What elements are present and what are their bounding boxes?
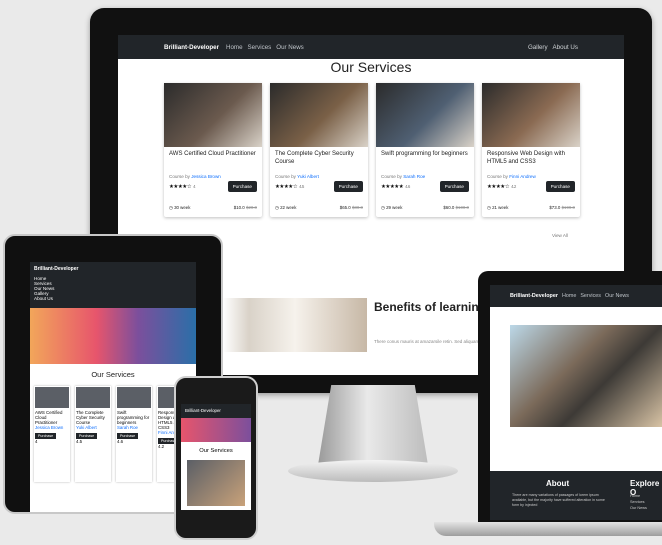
tablet-course-title[interactable]: AWS Certified Cloud Practitioner [35, 410, 69, 425]
tablet-course-author: Jessica Brown [35, 425, 64, 430]
course-author: Course by Finni Andrew [487, 174, 536, 179]
tablet-course-cards: AWS Certified Cloud Practitioner Jessica… [34, 386, 193, 482]
desktop-navbar: Brilliant-Developer Home Services Our Ne… [118, 35, 624, 59]
laptop-footer: About Explore O There are many variation… [490, 471, 662, 520]
phone-card-image [187, 460, 245, 506]
view-all-link[interactable]: View All [552, 233, 568, 238]
course-title[interactable]: Responsive Web Design with HTML5 and CSS… [482, 147, 580, 174]
tablet-screen: Brilliant-Developer Home Services Our Ne… [30, 262, 196, 512]
purchase-button[interactable]: Purchase [439, 181, 469, 192]
laptop-nav-news[interactable]: Our News [605, 293, 629, 299]
phone-hero-image [181, 418, 251, 442]
tablet-navbar: Brilliant-Developer Home Services Our Ne… [30, 262, 196, 308]
clock-icon: ◷ 21 week [487, 205, 509, 210]
course-price: $10.0 $20.0 [233, 205, 257, 210]
section-title: Our Services [330, 59, 412, 75]
course-card[interactable]: The Complete Cyber Security Course Cours… [270, 83, 368, 217]
phone-brand[interactable]: Brilliant-Developer [185, 408, 221, 413]
tablet-course-card[interactable]: Swift programming for beginners Sarah Ro… [116, 386, 152, 482]
course-author: Course by Yuki Albert [275, 174, 319, 179]
course-footer: ◷ 22 week $65.0 $80.0 [275, 205, 363, 211]
clock-icon: ◷ 30 week [169, 205, 191, 210]
nav-about-us[interactable]: About Us [553, 44, 578, 51]
course-footer: ◷ 21 week $73.0 $199.0 [487, 205, 575, 211]
laptop-nav-home[interactable]: Home [562, 293, 576, 299]
course-title[interactable]: AWS Certified Cloud Practitioner [164, 147, 262, 174]
course-image [376, 83, 474, 147]
phone-navbar: Brilliant-Developer [181, 404, 251, 418]
phone-section-title: Our Services [199, 448, 233, 454]
tablet-course-image [76, 387, 110, 408]
tablet-course-rating: 4.6 [117, 439, 124, 444]
purchase-button[interactable]: Purchase [227, 181, 257, 192]
course-image [482, 83, 580, 147]
tablet-course-title[interactable]: Swift programming for beginners [117, 410, 151, 425]
phone-screen: Brilliant-Developer Our Services [181, 404, 251, 510]
course-rating: ★★★★☆ 4.2 [487, 184, 516, 190]
monitor-stand [318, 385, 428, 465]
course-title[interactable]: The Complete Cyber Security Course [270, 147, 368, 174]
tablet-course-card[interactable]: AWS Certified Cloud Practitioner Jessica… [34, 386, 70, 482]
course-rating: ★★★★☆ 4.5 [275, 184, 304, 190]
course-author: Course by Jessica Brown [169, 174, 221, 179]
benefits-image [223, 298, 367, 352]
footer-about-title: About [546, 479, 570, 488]
tablet-course-rating: 4.5 [76, 439, 83, 444]
tablet-brand[interactable]: Brilliant-Developer [34, 266, 192, 272]
laptop-brand[interactable]: Brilliant-Developer [510, 293, 558, 299]
course-price: $60.0 $100.0 [443, 205, 469, 210]
clock-icon: ◷ 22 week [275, 205, 297, 210]
course-title[interactable]: Swift programming for beginners [376, 147, 474, 174]
course-price: $65.0 $80.0 [339, 205, 363, 210]
nav-home[interactable]: Home [226, 44, 243, 51]
tablet-purchase-button[interactable]: Purchase [35, 433, 57, 439]
purchase-button[interactable]: Purchase [333, 181, 363, 192]
course-image [270, 83, 368, 147]
tablet-course-author: Yuki Albert [76, 425, 97, 430]
footer-about-text: There are many variations of passages of… [512, 493, 605, 508]
course-footer: ◷ 30 week $10.0 $20.0 [169, 205, 257, 211]
tablet-hero-image [30, 308, 196, 364]
laptop-navbar: Brilliant-Developer Home Services Our Ne… [490, 285, 662, 307]
nav-our-news[interactable]: Our News [276, 44, 304, 51]
course-author: Course by Sarah Roe [381, 174, 426, 179]
purchase-button[interactable]: Purchase [545, 181, 575, 192]
course-card[interactable]: AWS Certified Cloud Practitioner Course … [164, 83, 262, 217]
monitor-stand-base [288, 460, 458, 482]
tablet-menu-about[interactable]: About Us [34, 296, 192, 301]
course-card[interactable]: Responsive Web Design with HTML5 and CSS… [482, 83, 580, 217]
laptop-team-photo [510, 325, 662, 427]
laptop-nav-services[interactable]: Services [580, 293, 601, 299]
course-price: $73.0 $199.0 [549, 205, 575, 210]
tablet-course-image [117, 387, 151, 408]
course-card[interactable]: Swift programming for beginners Course b… [376, 83, 474, 217]
course-image [164, 83, 262, 147]
course-footer: ◷ 29 week $60.0 $100.0 [381, 205, 469, 211]
course-rating: ★★★★★ 4.6 [381, 184, 410, 190]
course-rating: ★★★★☆ 4 [169, 184, 196, 190]
brand-logo[interactable]: Brilliant-Developer [164, 44, 219, 51]
tablet-course-author: Sarah Roe [117, 425, 138, 430]
footer-link-news[interactable]: Our News [630, 505, 647, 511]
nav-gallery[interactable]: Gallery [528, 44, 548, 51]
course-cards: AWS Certified Cloud Practitioner Course … [164, 83, 580, 217]
tablet-course-title[interactable]: The Complete Cyber Security Course [76, 410, 110, 425]
clock-icon: ◷ 29 week [381, 205, 403, 210]
laptop-base [434, 522, 662, 536]
laptop-screen: Brilliant-Developer Home Services Our Ne… [490, 285, 662, 520]
tablet-course-card[interactable]: The Complete Cyber Security Course Yuki … [75, 386, 111, 482]
tablet-course-rating: 4 [35, 439, 38, 444]
nav-services[interactable]: Services [248, 44, 272, 51]
tablet-section-title: Our Services [91, 370, 135, 379]
tablet-course-image [35, 387, 69, 408]
